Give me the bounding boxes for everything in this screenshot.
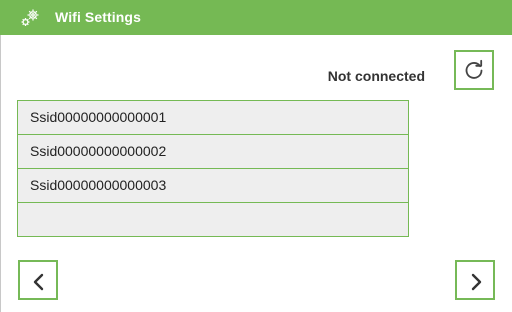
list-item[interactable]: Ssid00000000000003 <box>18 169 408 203</box>
wifi-network-list: Ssid00000000000001 Ssid00000000000002 Ss… <box>17 100 409 237</box>
page-title: Wifi Settings <box>55 9 141 25</box>
left-border <box>0 35 1 312</box>
next-page-button[interactable] <box>455 260 495 300</box>
chevron-right-icon <box>471 273 482 291</box>
chevron-left-icon <box>33 273 44 291</box>
previous-page-button[interactable] <box>18 260 58 300</box>
refresh-button[interactable] <box>454 50 494 90</box>
list-item[interactable]: Ssid00000000000001 <box>18 101 408 135</box>
title-bar: Wifi Settings <box>0 0 512 35</box>
connection-status: Not connected <box>327 68 425 84</box>
refresh-icon <box>465 59 483 79</box>
gears-icon <box>21 9 39 26</box>
list-item[interactable]: Ssid00000000000002 <box>18 135 408 169</box>
list-item[interactable] <box>18 203 408 236</box>
